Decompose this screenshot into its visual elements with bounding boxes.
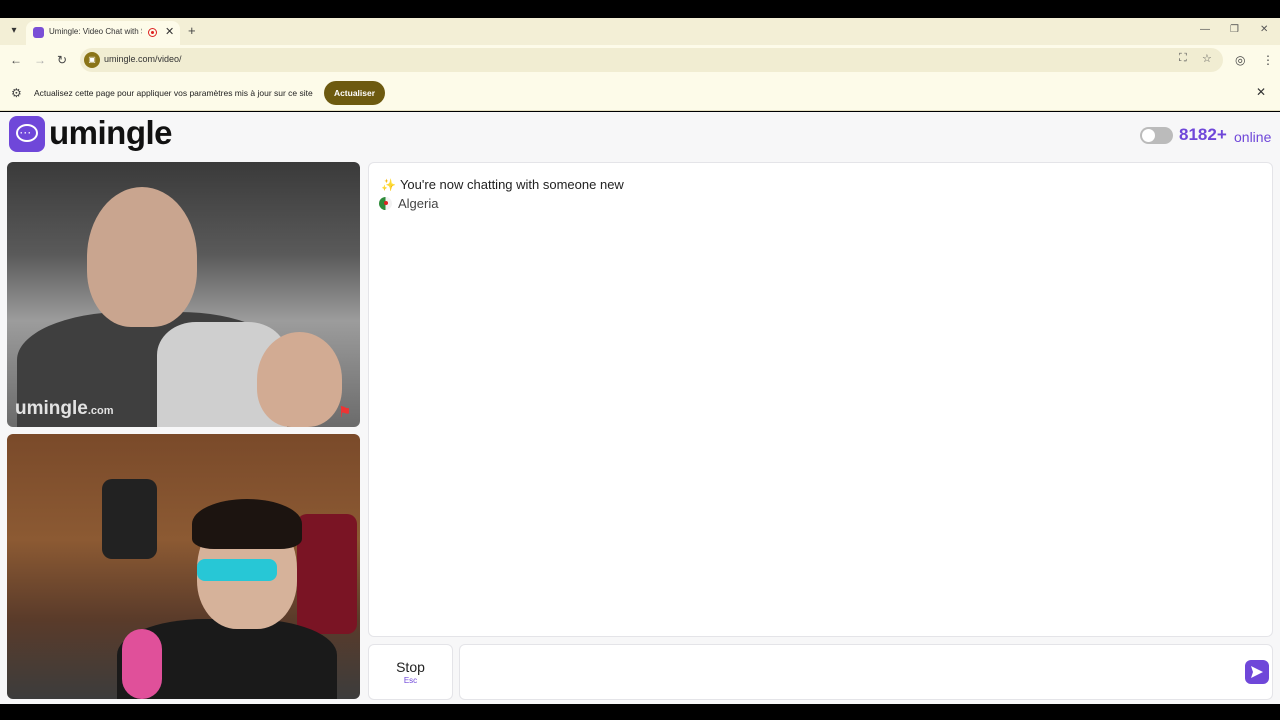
stop-button[interactable]: Stop Esc [368, 644, 453, 700]
hanging-jersey [297, 514, 357, 634]
system-message-text: You're now chatting with someone new [399, 177, 624, 192]
site-info-icon[interactable]: ▣ [84, 52, 100, 68]
online-count: 8182+ [1179, 125, 1227, 144]
screen: ▾ Umingle: Video Chat with S ✕ + — ❐ ✕ ←… [0, 0, 1280, 720]
gear-icon: ⚙ [11, 86, 22, 100]
local-video [7, 434, 360, 699]
message-box[interactable] [459, 644, 1273, 700]
minimize-icon[interactable]: — [1200, 24, 1210, 35]
forward-icon[interactable]: → [34, 53, 46, 67]
reload-icon[interactable]: ↻ [57, 53, 67, 67]
stranger-second-face [257, 332, 342, 427]
dots-icon: ··· [20, 128, 32, 138]
send-icon [1251, 666, 1263, 678]
stranger-face [87, 187, 197, 327]
report-flag-icon[interactable]: ⚑ [338, 403, 351, 421]
remote-video: umingle.com ⚑ [7, 162, 360, 427]
stop-label: Stop [396, 659, 425, 675]
send-button[interactable] [1245, 660, 1269, 684]
chat-panel: ✨ You're now chatting with someone new Al… [368, 162, 1273, 637]
watermark-main: umingle [15, 398, 88, 419]
info-bar-close-icon[interactable]: ✕ [1256, 85, 1266, 99]
tab-search-icon[interactable]: ▾ [6, 23, 22, 39]
self-hair [192, 499, 302, 549]
sparkle-icon: ✨ [381, 178, 396, 192]
translate-icon[interactable]: ⛶ [1179, 52, 1187, 65]
window-close-icon[interactable]: ✕ [1260, 24, 1268, 35]
new-tab-button[interactable]: + [188, 23, 196, 38]
recording-icon [148, 28, 157, 37]
chat-system-message: ✨ You're now chatting with someone new [381, 177, 624, 192]
self-sleeve [122, 629, 162, 699]
tab-umingle[interactable]: Umingle: Video Chat with S ✕ [26, 21, 180, 45]
algeria-flag-icon [379, 197, 392, 210]
info-bar: ⚙ Actualisez cette page pour appliquer v… [0, 75, 1280, 111]
umingle-favicon-icon [33, 27, 44, 38]
toggle-knob [1142, 129, 1155, 142]
online-label: online [1234, 129, 1272, 145]
theme-toggle[interactable] [1140, 127, 1173, 144]
profile-icon[interactable]: ◎ [1235, 53, 1245, 67]
url-text[interactable]: umingle.com/video/ [104, 54, 182, 64]
back-icon[interactable]: ← [10, 53, 22, 67]
stop-shortcut: Esc [403, 676, 418, 685]
self-glasses [197, 559, 277, 581]
stranger-country: Algeria [379, 196, 438, 211]
menu-icon[interactable]: ⋮ [1262, 53, 1274, 67]
star-icon[interactable]: ☆ [1202, 52, 1212, 65]
message-input[interactable] [470, 663, 1230, 683]
info-bar-message: Actualisez cette page pour appliquer vos… [34, 88, 313, 98]
tab-strip: ▾ Umingle: Video Chat with S ✕ + — ❐ ✕ [0, 18, 1280, 45]
tab-title: Umingle: Video Chat with S [49, 27, 142, 36]
logo-text[interactable]: umingle [49, 114, 173, 152]
reload-page-button[interactable]: Actualiser [324, 81, 385, 105]
hanging-shirt [102, 479, 157, 559]
video-watermark: umingle.com [15, 398, 114, 420]
watermark-suffix: .com [87, 405, 114, 417]
browser-toolbar: ← → ↻ ▣ umingle.com/video/ ⛶ ☆ ◎ ⋮ [0, 45, 1280, 75]
restore-icon[interactable]: ❐ [1230, 24, 1239, 35]
page: ··· umingle 8182+ online umingle.com ⚑ ✨… [0, 112, 1280, 704]
country-name: Algeria [398, 196, 439, 211]
address-bar[interactable]: ▣ umingle.com/video/ ⛶ ☆ [80, 48, 1223, 72]
tab-close-icon[interactable]: ✕ [165, 25, 174, 38]
umingle-logo-icon[interactable]: ··· [9, 116, 45, 152]
